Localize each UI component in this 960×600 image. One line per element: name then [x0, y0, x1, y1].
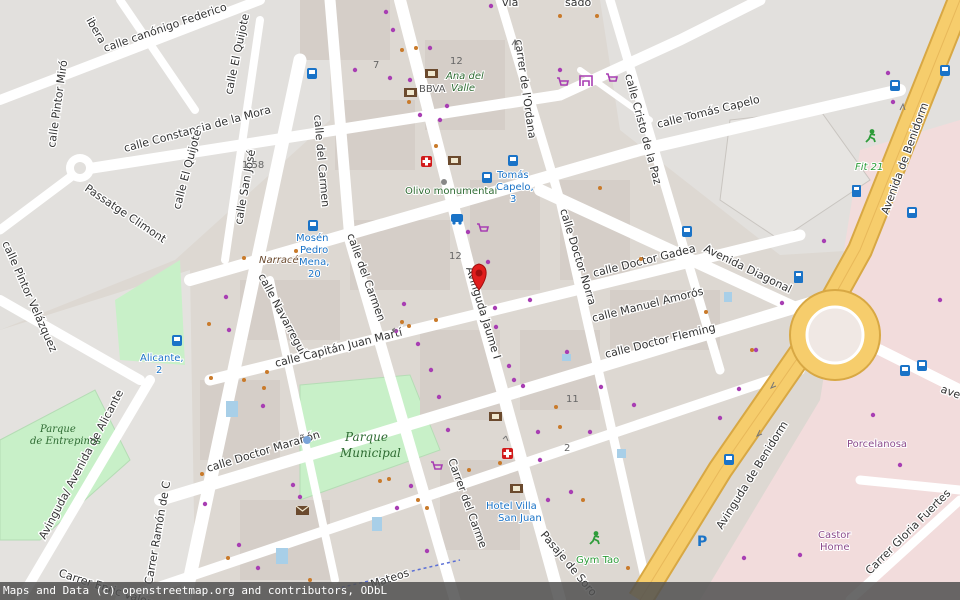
bus-stop-icon[interactable]	[907, 207, 917, 218]
poi-tomas-stop-1[interactable]: Tomás	[495, 168, 530, 182]
map-svg[interactable]: calle canónigo Federico calle El Quijote…	[0, 0, 960, 600]
park-municipal-label-1: Parque	[344, 430, 388, 444]
poi-tomas-stop-2[interactable]: Capelo,	[495, 181, 535, 194]
fountain-icon[interactable]	[303, 436, 311, 444]
bus-stop-icon[interactable]	[172, 335, 182, 346]
poi-tomas-stop-3[interactable]: 3	[509, 193, 517, 206]
bus-stop-icon[interactable]	[308, 220, 318, 231]
park-entrepinos-label-2: de Entrepinos	[30, 436, 101, 447]
poi-mosen-1[interactable]: Mosén	[295, 231, 329, 245]
poi-gym-tao[interactable]: Gym Tao	[575, 554, 620, 567]
poi-ana-valle-2[interactable]: Valle	[450, 82, 476, 95]
bank-icon[interactable]	[404, 88, 417, 97]
poi-fit21[interactable]: Fit 21	[854, 161, 884, 174]
park-municipal-label-2: Municipal	[339, 446, 401, 460]
fuel-station-icon[interactable]	[852, 185, 861, 197]
poi-castor-1[interactable]: Castor	[817, 529, 852, 542]
bank-icon[interactable]	[510, 484, 523, 493]
bank-icon[interactable]	[425, 69, 438, 78]
poi-hotel-1[interactable]: Hotel Villa	[485, 500, 538, 513]
bus-stop-icon[interactable]	[890, 80, 900, 91]
bank-icon[interactable]	[489, 412, 502, 421]
bus-stop-icon[interactable]	[307, 68, 317, 79]
poi-mosen-3[interactable]: Mena,	[298, 256, 330, 269]
poi-ana-valle-1[interactable]: Ana del	[444, 70, 485, 83]
parking-icon[interactable]: P	[697, 534, 707, 550]
poi-bbva[interactable]: BBVA	[418, 83, 447, 96]
monument-icon[interactable]	[441, 179, 447, 185]
house-number-7: 7	[373, 60, 379, 71]
pharmacy-icon[interactable]	[421, 156, 432, 167]
bus-stop-icon[interactable]	[508, 155, 518, 166]
fuel-station-icon[interactable]	[794, 271, 803, 283]
park-entrepinos-label-1: Parque	[39, 424, 76, 435]
poi-porcelanosa[interactable]: Porcelanosa	[846, 438, 908, 451]
bus-stop-icon[interactable]	[917, 360, 927, 371]
map-canvas[interactable]: calle canónigo Federico calle El Quijote…	[0, 0, 960, 600]
bus-stop-icon[interactable]	[724, 454, 734, 465]
poi-olivo[interactable]: Olivo monumental	[404, 185, 498, 198]
map-attribution[interactable]: Maps and Data (c) openstreetmap.org and …	[0, 582, 960, 600]
house-number-12a: 12	[450, 56, 463, 67]
bus-stop-icon[interactable]	[682, 226, 692, 237]
bus-stop-icon[interactable]	[940, 65, 950, 76]
street-via: via	[502, 0, 518, 9]
house-number-12b: 12	[449, 251, 462, 262]
bus-stop-icon[interactable]	[482, 172, 492, 183]
house-number-2: 2	[564, 443, 570, 454]
poi-castor-2[interactable]: Home	[819, 541, 851, 554]
pharmacy-icon[interactable]	[502, 448, 513, 459]
poi-hotel-2[interactable]: San Juan	[497, 512, 543, 525]
small-roundabout-island	[74, 162, 86, 174]
street-sado: sado	[565, 0, 591, 9]
poi-narrace[interactable]: Narracé	[258, 253, 300, 267]
roundabout-island	[805, 305, 865, 365]
bus-stop-icon[interactable]	[900, 365, 910, 376]
poi-alicante-1[interactable]: Alicante,	[139, 352, 185, 365]
post-office-icon[interactable]	[295, 505, 310, 515]
house-number-158: 1,58	[242, 160, 264, 171]
house-number-11: 11	[566, 394, 579, 405]
poi-mosen-2[interactable]: Pedro	[299, 244, 329, 257]
bank-icon[interactable]	[448, 156, 461, 165]
poi-mosen-4[interactable]: 20	[307, 268, 322, 281]
poi-alicante-2[interactable]: 2	[155, 364, 163, 377]
